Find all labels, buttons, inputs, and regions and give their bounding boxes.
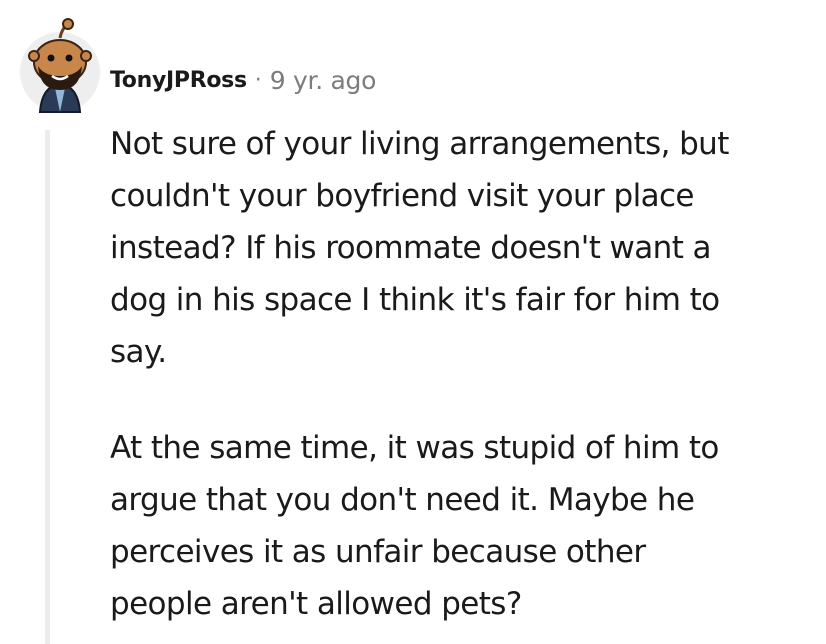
meta-separator: · [254, 67, 262, 93]
snoo-avatar-icon[interactable] [18, 18, 102, 114]
comment: TonyJPRoss · 9 yr. ago Not sure of your … [0, 0, 826, 644]
comment-body: Not sure of your living arrangements, bu… [110, 118, 810, 630]
comment-meta: TonyJPRoss · 9 yr. ago [110, 60, 376, 100]
thread-collapse-line[interactable] [45, 130, 50, 644]
comment-paragraph: At the same time, it was stupid of him t… [110, 430, 719, 622]
comment-timestamp[interactable]: 9 yr. ago [270, 66, 377, 95]
avatar-graphic [20, 18, 100, 113]
username-link[interactable]: TonyJPRoss [110, 68, 247, 93]
comment-paragraph: Not sure of your living arrangements, bu… [110, 126, 729, 370]
